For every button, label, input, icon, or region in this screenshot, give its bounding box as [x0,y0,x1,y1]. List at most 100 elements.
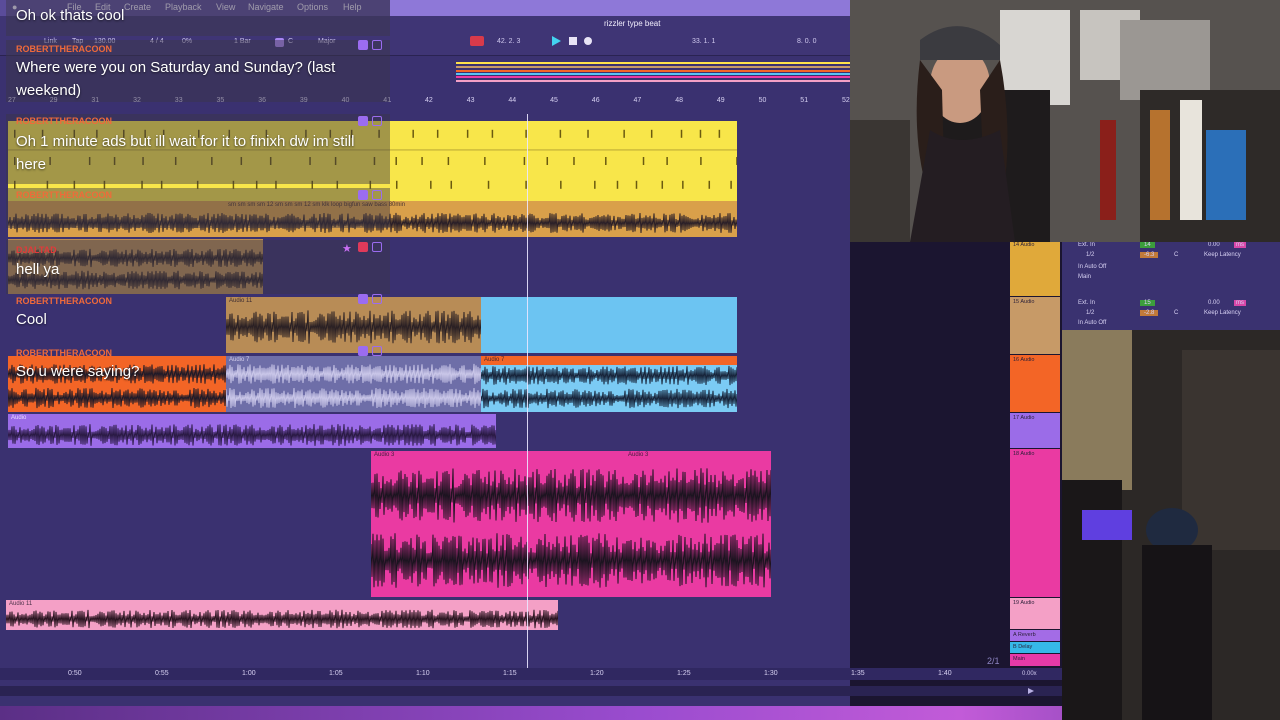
ruler-bar-label: 47 [633,97,642,104]
input-channel-1[interactable]: 1/2 [1086,252,1094,258]
chat-message: Oh 1 minute ads but ill wait for it to f… [16,133,355,173]
waveform [481,364,737,410]
io-section: Ext. In 1/2 In Auto Off Main 14 -6.3 C 0… [1062,240,1280,330]
clip-name: Audio [11,415,27,421]
audio-clip-audio11-bottom[interactable]: Audio 11 [6,600,558,630]
waveform-graphic [481,365,737,409]
ruler-bar-label: 49 [716,97,725,104]
track-header[interactable]: 15 Audio [1010,297,1060,354]
track-header[interactable]: 19 Audio [1010,598,1060,629]
keep-latency-1[interactable]: Keep Latency [1204,252,1241,258]
chat-username: ROBERTTHERACOON [16,348,112,358]
subscriber-badge-icon [358,40,368,50]
chat-badge-icon [372,116,382,126]
waveform-graphic [8,424,496,446]
overview-lane [456,80,850,82]
time-label: 1:15 [503,670,517,677]
audio-clip-audio7-b[interactable]: Audio 7 [481,356,737,412]
volume-db-1[interactable]: -6.3 [1140,252,1159,258]
track-header-strip: 14 Audio 15 Audio 16 Audio 17 Audio 18 Audio… [1010,240,1062,680]
input-type-2[interactable]: Ext. In [1078,300,1095,306]
chat-badge-icon [372,40,382,50]
ruler-bar-label: 48 [675,97,683,104]
play-icon[interactable] [552,36,561,46]
arrangement-position[interactable]: 42. 2. 3 [497,38,520,45]
webcam-side [1062,330,1280,720]
keep-latency-2[interactable]: Keep Latency [1204,310,1241,316]
track-header[interactable]: 18 Audio [1010,449,1060,597]
webcam-side-scene [1062,330,1280,720]
chat-message: So u were saying? [16,363,140,380]
chat-badge-icon [372,346,382,356]
stop-icon[interactable] [569,37,577,45]
delay-unit-2[interactable]: ms [1234,300,1246,306]
track-19: Audio 11 [0,599,850,631]
ruler-bar-label: 46 [591,97,600,104]
ruler-bar-label: 52 [842,97,850,104]
input-type-1[interactable]: Ext. In [1078,242,1095,248]
title-bar [390,0,850,16]
track-17: Audio [0,413,850,449]
pan-2[interactable]: C [1174,310,1178,316]
audio-clip-blue[interactable] [481,297,737,353]
chat-username: ROBERTTHERACOON [16,44,112,54]
chat-overlay-lower: ROBERTTHERACOON Cool ROBERTTHERACOON So … [6,294,390,412]
time-label: 0:55 [155,670,169,677]
chat-message: Where were you on Saturday and Sunday? (… [16,59,336,99]
chat-badge-icon [372,294,382,304]
subscriber-badge-icon [358,190,368,200]
subscriber-badge-icon [358,346,368,356]
volume-db-2[interactable]: -2.8 [1140,310,1159,316]
waveform [371,463,771,593]
arrangement-overview[interactable] [456,58,850,88]
monitor-1[interactable]: In Auto Off [1078,264,1106,270]
chat-username: ROBERTTHERACOON [16,116,112,126]
star-badge-icon: ★ [342,243,352,255]
chat-message: Oh ok thats cool [16,7,125,24]
volume-1[interactable]: 14 [1140,242,1155,248]
chat-username: DJALTAD [16,245,57,255]
delay-unit-1[interactable]: ms [1234,242,1246,248]
time-ruler[interactable]: 0:50 0:55 1:00 1:05 1:10 1:15 1:20 1:25 1:30 1:35… [0,668,1062,680]
track-header[interactable]: B Delay [1010,642,1060,653]
broadcaster-badge-icon [358,242,368,252]
volume-2[interactable]: 15 [1140,300,1155,306]
chat-message: Cool [16,311,47,328]
audio-clip-audio3[interactable]: Audio 3 Audio 3 [371,451,771,597]
track-header[interactable]: Main [1010,654,1060,666]
time-label: 1:35 [851,670,865,677]
track-header[interactable]: 17 Audio [1010,413,1060,448]
output-1[interactable]: Main [1078,274,1091,280]
clip-name: Audio 11 [9,601,33,607]
delay-1[interactable]: 0.00 [1208,242,1220,248]
pan-1[interactable]: C [1174,252,1178,258]
scroll-arrow-icon[interactable] [1028,688,1034,694]
loop-start[interactable]: 33. 1. 1 [692,38,715,45]
arrangement-record-button[interactable] [470,36,484,46]
playhead[interactable] [527,114,528,669]
loop-length[interactable]: 8. 0. 0 [797,38,816,45]
time-label: 1:00 [242,670,256,677]
input-channel-2[interactable]: 1/2 [1086,310,1094,316]
chat-badge-icon [372,190,382,200]
clip-name: Audio 7 [484,357,505,363]
overview-lane [456,66,850,68]
track-header[interactable]: A Reverb [1010,630,1060,641]
ruler-bar-label: 50 [758,97,767,104]
subscriber-badge-icon [358,116,368,126]
track-header[interactable]: 14 Audio [1010,240,1060,296]
delay-2[interactable]: 0.00 [1208,300,1220,306]
ruler-bar-label: 42 [425,97,433,104]
page-indicator: 2/1 [987,656,1000,666]
chat-username: ROBERTTHERACOON [16,296,112,306]
song-title: rizzler type beat [604,19,661,28]
audio-clip-purple[interactable]: Audio [8,414,496,448]
horizontal-scrollbar[interactable] [0,686,1062,696]
monitor-2[interactable]: In Auto Off [1078,320,1106,326]
chat-message-bg [6,240,390,294]
track-header[interactable]: 16 Audio [1010,355,1060,412]
waveform-graphic [6,609,558,629]
subscriber-badge-icon [358,294,368,304]
time-label: 1:40 [938,670,952,677]
record-icon[interactable] [584,37,592,45]
